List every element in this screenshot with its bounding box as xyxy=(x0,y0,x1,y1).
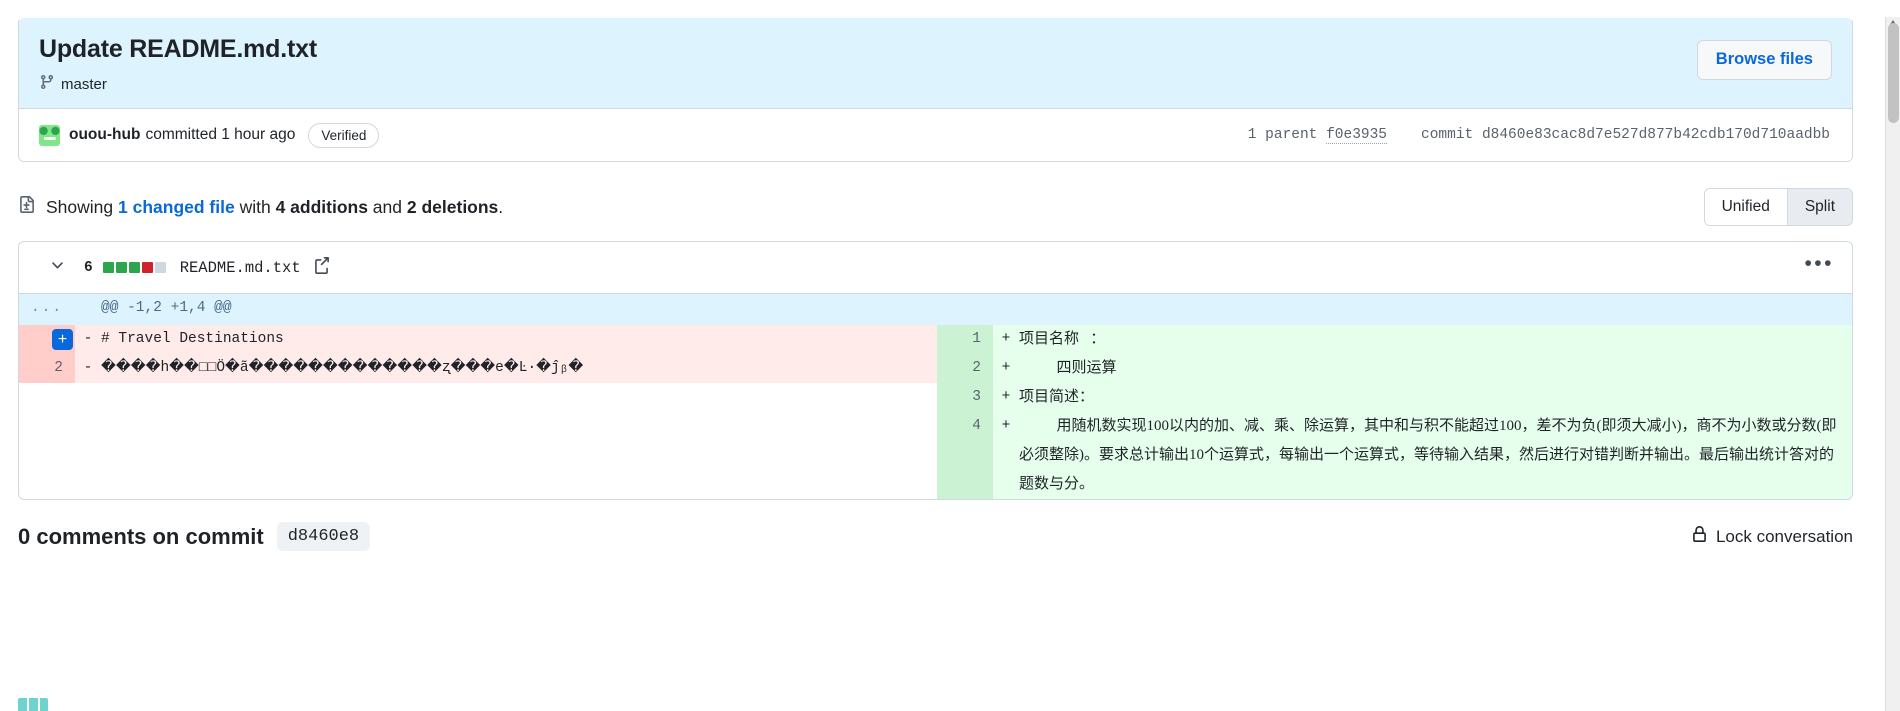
commit-meta-row: ouou-hub committed 1 hour ago Verified 1… xyxy=(19,109,1852,162)
comments-bar: 0 comments on commit d8460e8 Lock conver… xyxy=(18,522,1853,552)
line-code-left xyxy=(101,383,937,412)
table-row: 1 + - # Travel Destinations 1 + 项目名称 ： xyxy=(19,325,1852,355)
table-row: 2 - ����h��□□Ö�ã�������������ʐ���e�Ŀ·�ĵᵦ… xyxy=(19,354,1852,384)
line-marker-right: + xyxy=(993,325,1019,355)
copy-path-icon[interactable] xyxy=(313,256,330,279)
comments-sha-chip[interactable]: d8460e8 xyxy=(276,522,371,552)
scrollbar-thumb[interactable] xyxy=(1888,23,1899,123)
lock-conversation-label: Lock conversation xyxy=(1715,526,1853,546)
line-code-left[interactable]: # Travel Destinations xyxy=(101,325,937,355)
commit-header: Update README.md.txt master Browse files xyxy=(19,18,1852,110)
diff-stat-blocks xyxy=(102,262,166,274)
diff-hunk-header-row: ... @@ -1,2 +1,4 @@ xyxy=(19,294,1852,326)
table-row: 4 + 用随机数实现100以内的加、减、乘、除运算，其中和与积不能超过100，差… xyxy=(19,412,1852,500)
tab-unified[interactable]: Unified xyxy=(1704,189,1787,226)
line-number-left[interactable]: 1 + xyxy=(19,325,75,355)
commit-author[interactable]: ouou-hub xyxy=(69,126,140,144)
line-number-left xyxy=(19,383,75,412)
branch-icon xyxy=(39,74,55,94)
line-code-left[interactable]: ����h��□□Ö�ã�������������ʐ���e�Ŀ·�ĵᵦ� xyxy=(101,354,937,384)
line-number-right[interactable]: 3 xyxy=(937,383,993,413)
commit-timestamp: committed 1 hour ago xyxy=(145,126,296,144)
diff-stat-add xyxy=(102,262,114,274)
additions-count: 4 additions xyxy=(275,196,368,217)
commit-sha-area: 1 parent f0e3935 commit d8460e83cac8d7e5… xyxy=(1247,127,1832,145)
line-number-right[interactable]: 2 xyxy=(937,354,993,384)
line-code-right[interactable]: 四则运算 xyxy=(1019,354,1852,384)
line-number-right[interactable]: 4 xyxy=(937,412,993,500)
deletions-count: 2 deletions xyxy=(406,196,499,217)
commit-card: Update README.md.txt master Browse files… xyxy=(18,17,1853,163)
diff-stat-neutral xyxy=(154,262,166,274)
line-marker-left: - xyxy=(75,354,101,384)
file-diff-icon xyxy=(18,196,35,218)
file-diff-box: 6 README.md.txt ••• ... @@ -1,2 +1,4 @@ … xyxy=(18,241,1853,501)
line-number-left[interactable]: 2 xyxy=(19,354,75,384)
diff-table: ... @@ -1,2 +1,4 @@ 1 + - # Travel xyxy=(19,294,1852,500)
showing-prefix: Showing xyxy=(46,196,118,217)
line-code-right[interactable]: 用随机数实现100以内的加、减、乘、除运算，其中和与积不能超过100，差不为负(… xyxy=(1019,412,1852,500)
line-code-right[interactable]: 项目名称 ： xyxy=(1019,325,1852,355)
hunk-header-text: @@ -1,2 +1,4 @@ xyxy=(101,294,937,326)
diff-stat-del xyxy=(141,262,153,274)
parent-sha-link[interactable]: f0e3935 xyxy=(1326,127,1388,145)
parent-label: 1 parent xyxy=(1247,127,1318,144)
file-options-kebab-icon[interactable]: ••• xyxy=(1804,253,1834,283)
line-marker-right: + xyxy=(993,354,1019,384)
comments-title: 0 comments on commit xyxy=(18,523,264,549)
browse-files-button[interactable]: Browse files xyxy=(1696,40,1832,80)
chevron-down-icon[interactable] xyxy=(49,257,66,279)
parent-info: 1 parent f0e3935 xyxy=(1247,127,1388,145)
lock-icon xyxy=(1691,525,1708,548)
commit-title: Update README.md.txt xyxy=(39,35,317,63)
branch-name[interactable]: master xyxy=(61,76,107,93)
diff-stat-add xyxy=(115,262,127,274)
page-content: Update README.md.txt master Browse files… xyxy=(0,17,1853,552)
lock-conversation-button[interactable]: Lock conversation xyxy=(1691,525,1853,548)
commit-sha-value: d8460e83cac8d7e527d877b42cdb170d710aadbb xyxy=(1481,127,1830,144)
line-marker-right: + xyxy=(993,383,1019,413)
showing-summary-bar: Showing 1 changed file with 4 additions … xyxy=(18,185,1853,229)
line-number-right[interactable]: 1 xyxy=(937,325,993,355)
showing-and: and xyxy=(367,196,407,217)
hunk-code-right xyxy=(1019,294,1852,326)
file-diff-header: 6 README.md.txt ••• xyxy=(19,242,1852,295)
line-marker-left: - xyxy=(75,325,101,355)
hunk-marker-right xyxy=(993,294,1019,326)
file-name[interactable]: README.md.txt xyxy=(180,259,301,277)
showing-suffix: . xyxy=(498,196,504,217)
add-line-comment-button[interactable]: + xyxy=(52,329,73,351)
line-marker-right: + xyxy=(993,412,1019,500)
line-number-left xyxy=(19,412,75,499)
footer-avatar xyxy=(18,698,48,711)
hunk-expand-dots[interactable]: ... xyxy=(19,294,75,326)
table-row: 3 + 项目简述： xyxy=(19,383,1852,413)
avatar[interactable] xyxy=(39,124,60,146)
file-change-count: 6 xyxy=(84,259,93,276)
branch-row: master xyxy=(39,74,1832,94)
hunk-num-right xyxy=(937,294,993,326)
verified-badge[interactable]: Verified xyxy=(308,122,380,148)
line-code-right[interactable]: 项目简述： xyxy=(1019,383,1852,413)
commit-sha: commit d8460e83cac8d7e527d877b42cdb170d7… xyxy=(1421,127,1830,143)
github-commit-page: Update README.md.txt master Browse files… xyxy=(0,17,1900,711)
diff-stat-add xyxy=(128,262,140,274)
tab-split[interactable]: Split xyxy=(1786,189,1852,226)
line-marker-left xyxy=(75,412,101,499)
showing-with: with xyxy=(234,196,276,217)
changed-file-link[interactable]: 1 changed file xyxy=(118,197,235,217)
diff-view-toggle: Unified Split xyxy=(1703,188,1853,227)
line-code-left xyxy=(101,412,937,499)
line-marker-left xyxy=(75,383,101,412)
hunk-marker-left xyxy=(75,294,101,326)
commit-sha-label: commit xyxy=(1421,127,1474,144)
vertical-scrollbar[interactable] xyxy=(1885,17,1900,711)
showing-text: Showing 1 changed file with 4 additions … xyxy=(46,197,503,218)
